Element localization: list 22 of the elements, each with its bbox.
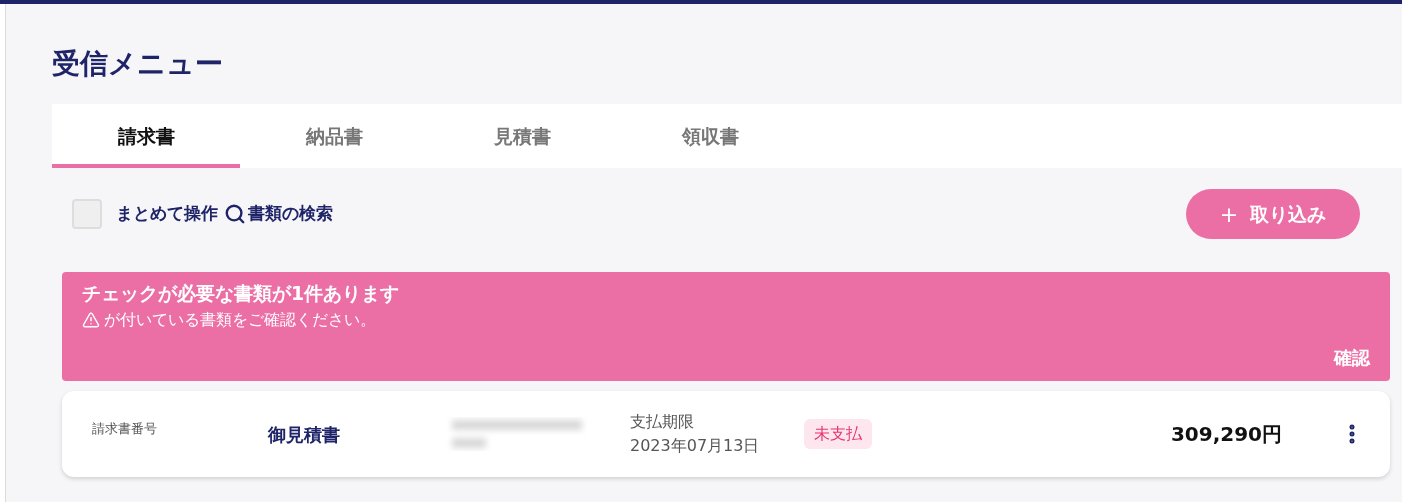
tab[interactable]: 納品書: [240, 104, 428, 168]
document-title: 御見積書: [268, 422, 341, 447]
due-label: 支払期限: [630, 411, 695, 433]
alert-title: チェックが必要な書類が1件あります: [82, 282, 401, 306]
number-label: 請求書番号: [92, 420, 158, 439]
import-button[interactable]: + 取り込み: [1186, 189, 1360, 239]
status-badge: 未支払: [804, 419, 872, 449]
bulk-action-label: まとめて操作: [116, 202, 218, 226]
tab[interactable]: 見積書: [428, 104, 616, 168]
due-date: 2023年07月13日: [630, 435, 761, 457]
alert-message: が付いている書類をご確認ください。: [104, 308, 376, 331]
search-link[interactable]: 書類の検索: [224, 201, 333, 227]
tab[interactable]: 領収書: [616, 104, 804, 168]
search-icon: [224, 203, 246, 225]
document-row[interactable]: 請求書番号 御見積書 支払期限 2023年07月13日 未支払 309,290円: [62, 391, 1390, 477]
tab[interactable]: 請求書: [52, 104, 240, 168]
checkbox[interactable]: [72, 199, 102, 229]
warning-icon: [82, 310, 100, 329]
confirm-link[interactable]: 確認: [1334, 343, 1370, 371]
amount: 309,290円: [1170, 421, 1282, 448]
plus-icon: +: [1219, 197, 1239, 231]
page-title: 受信メニュー: [52, 50, 224, 78]
